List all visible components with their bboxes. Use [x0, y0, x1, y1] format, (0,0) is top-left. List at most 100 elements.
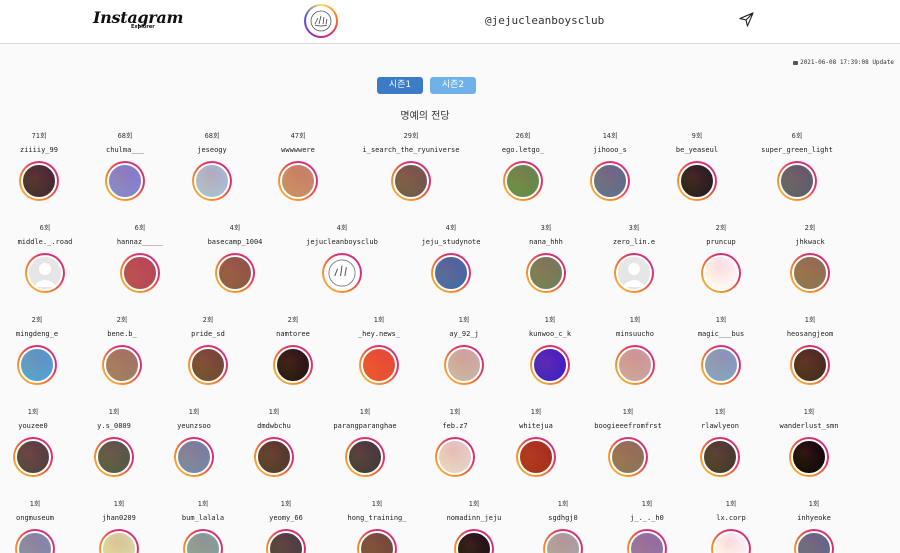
- user-card[interactable]: 3회 zero_lin.e: [584, 223, 684, 293]
- avatar[interactable]: [677, 161, 717, 201]
- avatar[interactable]: [345, 437, 385, 477]
- username[interactable]: hong_training_: [327, 513, 427, 523]
- user-card[interactable]: 1회 dmdwbchu: [224, 407, 324, 477]
- username[interactable]: i_search_the_ryuniverse: [361, 145, 461, 155]
- username[interactable]: middle._.road: [0, 237, 95, 247]
- avatar[interactable]: [794, 529, 834, 553]
- avatar[interactable]: [102, 345, 142, 385]
- user-card[interactable]: 68회 chulma___: [75, 131, 175, 201]
- avatar[interactable]: [790, 253, 830, 293]
- avatar[interactable]: [273, 345, 313, 385]
- username[interactable]: yeomy_66: [236, 513, 336, 523]
- avatar[interactable]: [615, 345, 655, 385]
- avatar[interactable]: [391, 161, 431, 201]
- avatar[interactable]: [516, 437, 556, 477]
- avatar[interactable]: [701, 253, 741, 293]
- username[interactable]: basecamp_1004: [185, 237, 285, 247]
- username[interactable]: boogieeefromfrst: [578, 421, 678, 431]
- username[interactable]: rlawlyeon: [670, 421, 770, 431]
- username[interactable]: jeju_studynote: [401, 237, 501, 247]
- user-card[interactable]: 1회 rlawlyeon: [670, 407, 770, 477]
- avatar[interactable]: [174, 437, 214, 477]
- user-card[interactable]: 4회 basecamp_1004: [185, 223, 285, 293]
- username[interactable]: jejucleanboysclub: [292, 237, 392, 247]
- avatar[interactable]: [188, 345, 228, 385]
- avatar[interactable]: [357, 529, 397, 553]
- user-card[interactable]: 2회 namtoree: [243, 315, 343, 385]
- username[interactable]: zero_lin.e: [584, 237, 684, 247]
- avatar[interactable]: [444, 345, 484, 385]
- user-card[interactable]: 1회 boogieeefromfrst: [578, 407, 678, 477]
- username[interactable]: parangparanghae: [315, 421, 415, 431]
- avatar[interactable]: [266, 529, 306, 553]
- user-card[interactable]: 14회 jihooo_s: [560, 131, 660, 201]
- avatar[interactable]: [700, 437, 740, 477]
- avatar[interactable]: [120, 253, 160, 293]
- avatar[interactable]: [431, 253, 471, 293]
- avatar[interactable]: [25, 253, 65, 293]
- avatar[interactable]: [322, 253, 362, 293]
- avatar[interactable]: [15, 529, 55, 553]
- user-card[interactable]: 26회 ego.letgo_: [473, 131, 573, 201]
- username[interactable]: pruncup: [671, 237, 771, 247]
- user-card[interactable]: 1회 parangparanghae: [315, 407, 415, 477]
- user-card[interactable]: 1회 inhyeoke: [764, 499, 864, 553]
- avatar[interactable]: [530, 345, 570, 385]
- username[interactable]: be_yeaseul: [647, 145, 747, 155]
- user-card[interactable]: 29회 i_search_the_ryuniverse: [361, 131, 461, 201]
- avatar[interactable]: [627, 529, 667, 553]
- avatar[interactable]: [454, 529, 494, 553]
- user-card[interactable]: 2회 jhkwack: [760, 223, 860, 293]
- avatar[interactable]: [711, 529, 751, 553]
- avatar[interactable]: [701, 345, 741, 385]
- user-card[interactable]: 4회 jeju_studynote: [401, 223, 501, 293]
- user-card[interactable]: 1회 ay_92_j: [414, 315, 514, 385]
- username[interactable]: ay_92_j: [414, 329, 514, 339]
- username[interactable]: namtoree: [243, 329, 343, 339]
- username[interactable]: hannaz_____: [90, 237, 190, 247]
- username[interactable]: wanderlust_smn: [759, 421, 859, 431]
- user-card[interactable]: 9회 be_yeaseul: [647, 131, 747, 201]
- username[interactable]: wwwwwere: [248, 145, 348, 155]
- username[interactable]: ego.letgo_: [473, 145, 573, 155]
- user-card[interactable]: 4회 jejucleanboysclub: [292, 223, 392, 293]
- user-card[interactable]: 2회 pruncup: [671, 223, 771, 293]
- user-card[interactable]: 68회 jeseogy: [162, 131, 262, 201]
- username[interactable]: dmdwbchu: [224, 421, 324, 431]
- user-card[interactable]: 1회 yeomy_66: [236, 499, 336, 553]
- avatar[interactable]: [543, 529, 583, 553]
- username[interactable]: super_green_light: [747, 145, 847, 155]
- username[interactable]: nana_hhh: [496, 237, 596, 247]
- user-card[interactable]: 1회 nomadinn_jeju: [424, 499, 524, 553]
- username[interactable]: inhyeoke: [764, 513, 864, 523]
- avatar[interactable]: [614, 253, 654, 293]
- username[interactable]: whitejua: [486, 421, 586, 431]
- username[interactable]: bene.b_: [72, 329, 172, 339]
- avatar[interactable]: [17, 345, 57, 385]
- user-card[interactable]: 47회 wwwwwere: [248, 131, 348, 201]
- avatar[interactable]: [789, 437, 829, 477]
- avatar[interactable]: [105, 161, 145, 201]
- avatar[interactable]: [13, 437, 53, 477]
- avatar[interactable]: [777, 161, 817, 201]
- username[interactable]: nomadinn_jeju: [424, 513, 524, 523]
- user-card[interactable]: 2회 bene.b_: [72, 315, 172, 385]
- username[interactable]: heosangjeom: [760, 329, 860, 339]
- user-card[interactable]: 1회 whitejua: [486, 407, 586, 477]
- user-card[interactable]: 1회 wanderlust_smn: [759, 407, 859, 477]
- user-card[interactable]: 1회 hong_training_: [327, 499, 427, 553]
- user-card[interactable]: 1회 magic___bus: [671, 315, 771, 385]
- user-card[interactable]: 6회 middle._.road: [0, 223, 95, 293]
- avatar[interactable]: [590, 161, 630, 201]
- avatar[interactable]: [359, 345, 399, 385]
- avatar[interactable]: [790, 345, 830, 385]
- username[interactable]: minsuucho: [585, 329, 685, 339]
- username[interactable]: jeseogy: [162, 145, 262, 155]
- avatar[interactable]: [278, 161, 318, 201]
- avatar[interactable]: [254, 437, 294, 477]
- username[interactable]: jihooo_s: [560, 145, 660, 155]
- avatar[interactable]: [192, 161, 232, 201]
- avatar[interactable]: [503, 161, 543, 201]
- username[interactable]: chulma___: [75, 145, 175, 155]
- user-card[interactable]: 1회 minsuucho: [585, 315, 685, 385]
